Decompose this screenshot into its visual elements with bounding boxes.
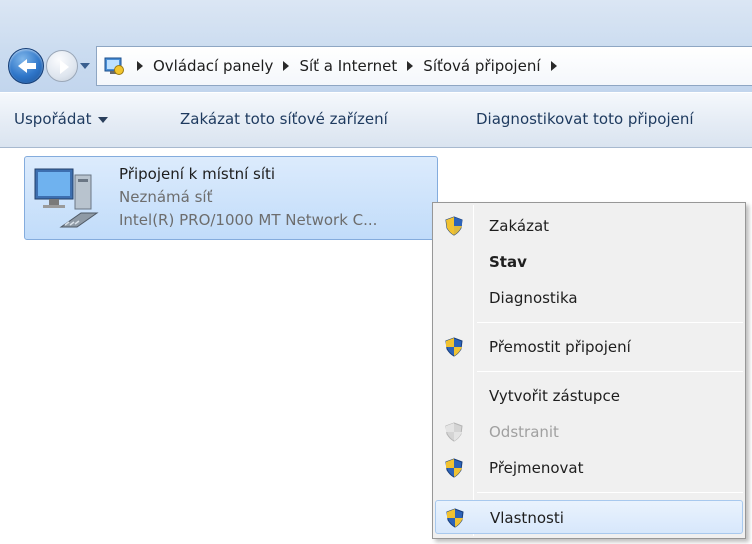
shield-icon [446, 508, 464, 528]
organize-label: Uspořádat [14, 110, 92, 128]
breadcrumb-separator-icon[interactable] [407, 61, 414, 71]
shield-icon [445, 458, 463, 478]
menu-item-label: Odstranit [489, 423, 559, 441]
forward-button[interactable] [46, 50, 78, 82]
menu-item-disable[interactable]: Zakázat [435, 209, 743, 243]
menu-item-create-shortcut[interactable]: Vytvořit zástupce [435, 379, 743, 413]
disable-device-button[interactable]: Zakázat toto síťové zařízení [180, 110, 388, 128]
menu-item-label: Přejmenovat [489, 459, 584, 477]
network-adapter-icon [34, 168, 99, 228]
menu-item-label: Diagnostika [489, 289, 578, 307]
menu-item-status[interactable]: Stav [435, 245, 743, 279]
breadcrumb-network-connections[interactable]: Síťová připojení [423, 57, 540, 75]
breadcrumb-network-internet[interactable]: Síť a Internet [299, 57, 397, 75]
breadcrumb-separator-icon[interactable] [137, 61, 143, 71]
shield-icon [445, 422, 463, 442]
address-bar[interactable]: Ovládací panely Síť a Internet Síťová př… [96, 46, 752, 86]
menu-item-diagnose[interactable]: Diagnostika [435, 281, 743, 315]
shield-icon [445, 216, 463, 236]
breadcrumb-separator-icon[interactable] [550, 61, 557, 71]
breadcrumb-separator-icon[interactable] [283, 61, 290, 71]
connection-network: Neznámá síť [119, 188, 213, 206]
connection-adapter: Intel(R) PRO/1000 MT Network C... [119, 211, 378, 229]
context-menu: Zakázat Stav Diagnostika Přemostit připo… [432, 202, 746, 539]
command-bar: Uspořádat Zakázat toto síťové zařízení D… [0, 92, 752, 148]
menu-item-label: Vlastnosti [490, 509, 564, 527]
menu-item-bridge[interactable]: Přemostit připojení [435, 330, 743, 364]
menu-item-delete[interactable]: Odstranit [435, 415, 743, 449]
recent-pages-dropdown-icon[interactable] [80, 63, 90, 69]
menu-separator [477, 322, 743, 323]
menu-item-label: Přemostit připojení [489, 338, 631, 356]
breadcrumb-control-panel[interactable]: Ovládací panely [153, 57, 273, 75]
chevron-down-icon [98, 116, 109, 123]
menu-separator [477, 371, 743, 372]
control-panel-icon [104, 57, 124, 75]
shield-icon [445, 337, 463, 357]
menu-item-rename[interactable]: Přejmenovat [435, 451, 743, 485]
diagnose-connection-button[interactable]: Diagnostikovat toto připojení [476, 110, 694, 128]
title-bar: Ovládací panely Síť a Internet Síťová př… [0, 0, 752, 92]
menu-item-label: Zakázat [489, 217, 550, 235]
menu-separator [477, 492, 743, 493]
menu-item-properties[interactable]: Vlastnosti [435, 500, 743, 534]
back-button[interactable] [8, 48, 44, 84]
connection-name: Připojení k místní síti [119, 165, 276, 183]
list-item-local-connection[interactable]: Připojení k místní síti Neznámá síť Inte… [24, 156, 438, 240]
menu-item-label: Stav [489, 253, 527, 271]
menu-item-label: Vytvořit zástupce [489, 387, 620, 405]
organize-button[interactable]: Uspořádat [14, 110, 109, 128]
